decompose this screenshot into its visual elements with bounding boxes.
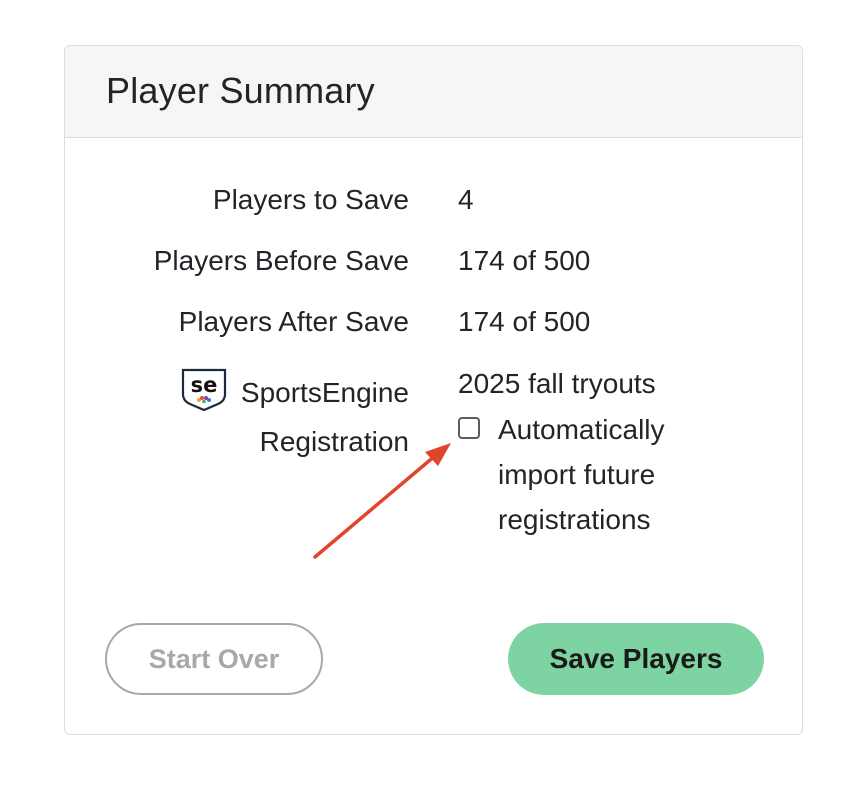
players-to-save-value: 4 [458,184,474,215]
start-over-button[interactable]: Start Over [105,623,323,695]
player-summary-panel: Player Summary Players to Save 4 Players… [64,45,803,735]
panel-title: Player Summary [106,69,375,111]
panel-header: Player Summary [65,46,802,138]
players-before-save-value: 174 of 500 [458,245,591,276]
save-players-button[interactable]: Save Players [508,623,764,695]
svg-text:se: se [191,373,218,397]
auto-import-checkbox[interactable] [458,417,480,439]
registration-value: 2025 fall tryouts [458,368,656,399]
players-after-save-value: 174 of 500 [458,306,591,337]
players-before-save-label: Players Before Save [153,245,409,276]
players-after-save-label: Players After Save [178,306,409,337]
sportsengine-brand-text: SportsEngine [240,376,409,408]
sportsengine-brand-label: se SportsEngine [179,367,409,420]
players-to-save-label: Players to Save [212,184,409,215]
sportsengine-logo-icon: se [179,367,229,418]
registration-label: Registration [259,426,409,457]
auto-import-label[interactable]: Automatically import future registration… [498,407,718,542]
